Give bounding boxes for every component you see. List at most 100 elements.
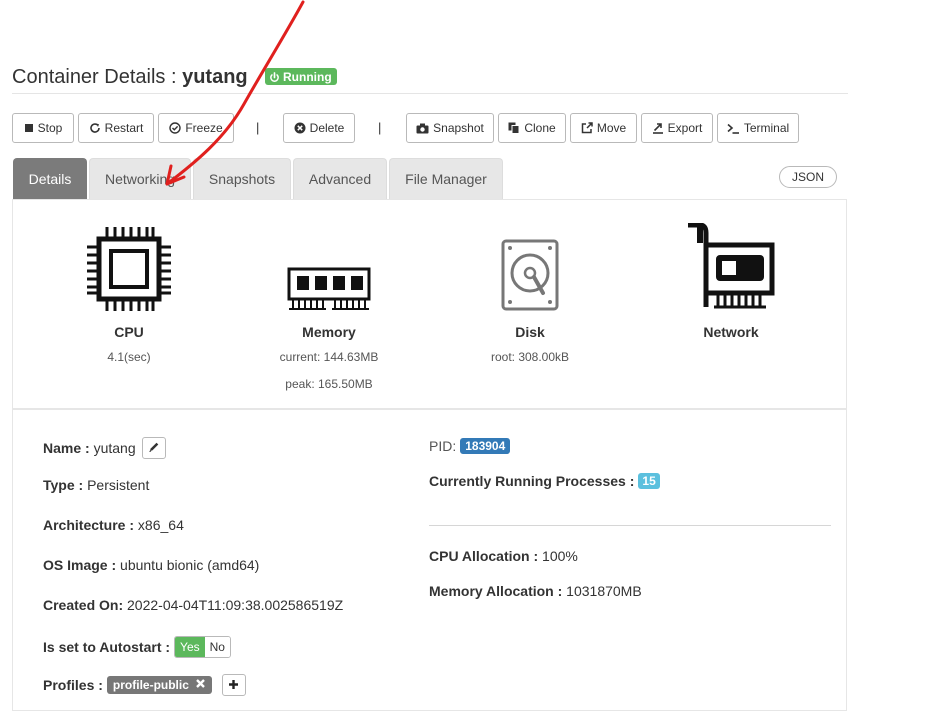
external-link-icon (581, 122, 593, 134)
export-button[interactable]: Export (641, 113, 713, 143)
status-badge: Running (265, 68, 337, 85)
memory-icon (287, 267, 371, 316)
tab-snapshots[interactable]: Snapshots (193, 158, 291, 199)
profile-tag: profile-public (106, 676, 212, 694)
container-name: yutang (182, 66, 248, 88)
cpu-label: CPU (114, 324, 144, 340)
autostart-yes[interactable]: Yes (175, 637, 205, 657)
move-button[interactable]: Move (570, 113, 637, 143)
created-on-key: Created On: (43, 597, 124, 613)
memory-allocation-key: Memory Allocation : (429, 583, 563, 599)
name-value: yutang (93, 440, 136, 456)
cpu-allocation-field: CPU Allocation : 100% (429, 548, 578, 564)
architecture-field: Architecture : x86_64 (43, 517, 184, 533)
created-on-value: 2022-04-04T11:09:38.002586519Z (127, 597, 344, 613)
memory-allocation-field: Memory Allocation : 1031870MB (429, 583, 642, 599)
disk-root: root: 308.00kB (490, 350, 570, 364)
processes-key: Currently Running Processes : (429, 473, 635, 489)
os-image-key: OS Image : (43, 557, 117, 573)
autostart-key: Is set to Autostart : (43, 639, 171, 655)
clone-button-label: Clone (524, 121, 556, 135)
json-button[interactable]: JSON (779, 166, 837, 188)
architecture-key: Architecture : (43, 517, 135, 533)
tab-file-manager[interactable]: File Manager (389, 158, 503, 199)
toolbar-separator: | (378, 120, 382, 135)
page-title: Container Details : yutang (12, 66, 248, 89)
tab-networking[interactable]: Networking (89, 158, 191, 199)
memory-allocation-value: 1031870MB (566, 583, 642, 599)
pencil-icon (148, 440, 160, 456)
snapshot-button[interactable]: Snapshot (406, 113, 494, 143)
page-title-row: Container Details : yutang Running (12, 64, 848, 94)
export-icon (652, 122, 664, 134)
cpu-allocation-value: 100% (542, 548, 578, 564)
delete-circle-icon (294, 122, 306, 134)
cpu-resource: CPU 4.1(sec) (49, 224, 209, 365)
pid-field: PID: 183904 (429, 437, 511, 455)
resources-panel: CPU 4.1(sec) Memory current: 144.63MB pe… (12, 199, 847, 409)
edit-name-button[interactable] (141, 437, 166, 459)
type-key: Type : (43, 477, 84, 493)
restart-button[interactable]: Restart (78, 113, 154, 143)
move-button-label: Move (596, 121, 627, 135)
delete-button-label: Delete (309, 121, 345, 135)
freeze-button[interactable]: Freeze (158, 113, 234, 143)
toolbar-separator: | (256, 120, 260, 135)
cpu-allocation-key: CPU Allocation : (429, 548, 539, 564)
cpu-value: 4.1(sec) (107, 350, 151, 364)
freeze-button-label: Freeze (185, 121, 223, 135)
processes-badge: 15 (638, 473, 660, 489)
memory-current: current: 144.63MB (279, 350, 379, 364)
pid-key: PID: (429, 438, 457, 454)
name-key: Name : (43, 440, 90, 456)
os-image-field: OS Image : ubuntu bionic (amd64) (43, 557, 259, 573)
pid-badge: 183904 (460, 438, 511, 454)
terminal-button-label: Terminal (743, 121, 790, 135)
type-value: Persistent (87, 477, 150, 493)
page-title-prefix: Container Details : (12, 66, 183, 88)
divider (429, 525, 831, 526)
stop-button[interactable]: Stop (12, 113, 74, 143)
tab-details[interactable]: Details (13, 158, 87, 199)
copy-icon (508, 122, 520, 134)
remove-profile-icon[interactable] (195, 678, 206, 692)
profiles-field: Profiles : profile-public (43, 674, 246, 696)
stop-icon (24, 123, 34, 133)
status-text: Running (283, 70, 332, 84)
plus-icon (228, 677, 239, 693)
refresh-icon (89, 122, 101, 134)
snapshot-button-label: Snapshot (433, 121, 484, 135)
stop-button-label: Stop (37, 121, 63, 135)
terminal-button[interactable]: Terminal (717, 113, 799, 143)
name-field: Name : yutang (43, 437, 166, 459)
os-image-value: ubuntu bionic (amd64) (120, 557, 260, 573)
add-profile-button[interactable] (221, 674, 246, 696)
processes-field: Currently Running Processes : 15 (429, 472, 660, 490)
pause-circle-icon (169, 122, 182, 134)
delete-button[interactable]: Delete (283, 113, 355, 143)
autostart-no[interactable]: No (204, 637, 230, 657)
network-resource: Network (651, 222, 811, 340)
created-on-field: Created On: 2022-04-04T11:09:38.00258651… (43, 597, 343, 613)
network-label: Network (703, 324, 759, 340)
clone-button[interactable]: Clone (498, 113, 566, 143)
camera-icon (416, 123, 429, 134)
architecture-value: x86_64 (137, 517, 184, 533)
profile-tag-label: profile-public (112, 678, 189, 692)
tab-advanced[interactable]: Advanced (293, 158, 387, 199)
autostart-toggle[interactable]: Yes No (174, 636, 231, 658)
memory-resource: Memory current: 144.63MB peak: 165.50MB (249, 224, 409, 391)
type-field: Type : Persistent (43, 477, 149, 493)
cpu-icon (87, 227, 171, 316)
profiles-key: Profiles : (43, 677, 103, 693)
autostart-field: Is set to Autostart : Yes No (43, 636, 231, 658)
hard-disk-icon (501, 239, 559, 316)
power-icon (269, 71, 280, 83)
memory-peak: peak: 165.50MB (285, 377, 373, 391)
disk-resource: Disk root: 308.00kB (450, 224, 610, 365)
restart-button-label: Restart (104, 121, 144, 135)
memory-label: Memory (302, 324, 356, 340)
disk-label: Disk (515, 324, 545, 340)
network-card-icon (686, 222, 776, 316)
terminal-icon (727, 123, 740, 134)
